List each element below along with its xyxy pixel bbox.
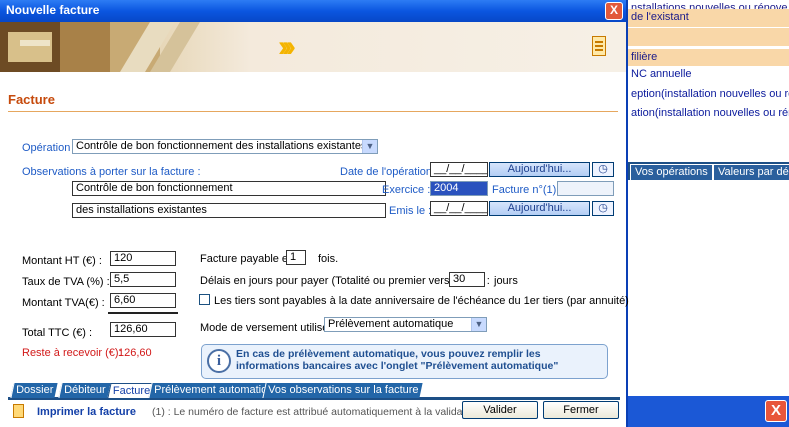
- fois-label: fois.: [318, 253, 339, 265]
- jours-label: jours: [494, 275, 518, 287]
- date-operation-label: Date de l'opération :: [340, 166, 439, 178]
- bg-tab-strip: Vos opérations Valeurs par dé: [628, 162, 789, 180]
- total-ttc-input[interactable]: 126,60: [110, 322, 176, 337]
- footer-divider: [8, 398, 620, 400]
- section-divider: [8, 111, 618, 112]
- bg-list-item[interactable]: de l'existant: [628, 9, 789, 27]
- tab-dossier[interactable]: Dossier: [10, 383, 58, 398]
- arrows-icon: ›››: [278, 30, 296, 63]
- mode-value: Prélèvement automatique: [328, 318, 454, 330]
- date-operation-input[interactable]: __/__/____: [430, 162, 488, 177]
- reste-value: 126,60: [118, 347, 152, 359]
- montant-ht-input[interactable]: 120: [110, 251, 176, 266]
- window-title: Nouvelle facture: [6, 3, 100, 17]
- mode-label: Mode de versement utilisé :: [200, 322, 335, 334]
- montant-tva-label: Montant TVA(€) :: [22, 297, 105, 309]
- observations-label: Observations à porter sur la facture :: [22, 166, 201, 178]
- clock-icon[interactable]: ◷: [592, 162, 614, 177]
- reste-label: Reste à recevoir (€):: [22, 347, 122, 359]
- delais-input[interactable]: 30: [449, 272, 485, 287]
- facture-no-input[interactable]: [557, 181, 614, 196]
- taux-tva-input[interactable]: 5,5: [110, 272, 176, 287]
- info-box: i En cas de prélèvement automatique, vou…: [201, 344, 608, 379]
- today-button[interactable]: Aujourd'hui...: [489, 162, 590, 177]
- total-separator: [108, 312, 178, 314]
- bg-bottom-bar: X: [628, 396, 789, 427]
- info-icon: i: [207, 349, 231, 373]
- tab-observations[interactable]: Vos observations sur la facture: [262, 383, 424, 398]
- info-text: En cas de prélèvement automatique, vous …: [236, 348, 559, 372]
- facture-no-label: Facture n°(1) :: [492, 184, 563, 196]
- operation-label: Opération :: [22, 142, 77, 154]
- bg-tab-vos-operations[interactable]: Vos opérations: [630, 164, 713, 180]
- close-form-button[interactable]: Fermer: [543, 401, 619, 419]
- close-button[interactable]: X: [605, 2, 623, 20]
- bg-list-item[interactable]: filière: [628, 49, 789, 66]
- mode-select[interactable]: Prélèvement automatique ▼: [324, 317, 487, 332]
- taux-tva-label: Taux de TVA (%) :: [22, 276, 110, 288]
- print-invoice-link[interactable]: Imprimer la facture: [37, 406, 136, 418]
- header-banner: ›››: [0, 22, 626, 72]
- tab-debiteur[interactable]: Débiteur: [58, 383, 111, 398]
- payable-en-label: Facture payable en: [200, 253, 295, 265]
- validate-button[interactable]: Valider: [462, 401, 538, 419]
- clock-icon[interactable]: ◷: [592, 201, 614, 216]
- bg-tab-valeurs[interactable]: Valeurs par dé: [713, 164, 789, 180]
- payable-en-input[interactable]: 1: [286, 250, 306, 265]
- chevron-down-icon[interactable]: ▼: [362, 140, 377, 153]
- total-ttc-label: Total TTC (€) :: [22, 327, 93, 339]
- emis-le-input[interactable]: __/__/____: [430, 201, 488, 216]
- bg-list-item[interactable]: NC annuelle: [628, 66, 789, 83]
- bg-list-item[interactable]: [628, 28, 789, 46]
- tab-strip: Dossier Débiteur Facture Prélèvement aut…: [8, 383, 620, 398]
- print-document-icon[interactable]: [13, 404, 24, 418]
- tiers-checkbox-label: Les tiers sont payables à la date annive…: [214, 295, 629, 307]
- operation-select[interactable]: Contrôle de bon fonctionnement des insta…: [72, 139, 378, 154]
- emis-le-label: Emis le :: [389, 205, 432, 217]
- operation-value: Contrôle de bon fonctionnement des insta…: [76, 140, 367, 152]
- background-window: nstallations nouvelles ou rénove de l'ex…: [628, 0, 789, 427]
- montant-ht-label: Montant HT (€) :: [22, 255, 102, 267]
- tiers-checkbox[interactable]: [199, 294, 210, 305]
- invoice-number-note: (1) : Le numéro de facture est attribué …: [152, 406, 480, 418]
- title-bar[interactable]: Nouvelle facture X: [0, 0, 626, 22]
- bg-list-item[interactable]: ation(installation nouvelles ou rén: [628, 105, 789, 122]
- bg-close-button[interactable]: X: [765, 400, 787, 422]
- chevron-down-icon[interactable]: ▼: [471, 318, 486, 331]
- exercice-input[interactable]: 2004: [430, 181, 488, 196]
- observation-line2-input[interactable]: des installations existantes: [72, 203, 386, 218]
- banner-image: [0, 22, 200, 72]
- delais-label: Délais en jours pour payer (Totalité ou …: [200, 275, 490, 287]
- observation-line1-input[interactable]: Contrôle de bon fonctionnement: [72, 181, 386, 196]
- montant-tva-input[interactable]: 6,60: [110, 293, 176, 308]
- bg-list-item[interactable]: eption(installation nouvelles ou re: [628, 86, 789, 103]
- document-icon: [592, 36, 606, 56]
- today-button-emis[interactable]: Aujourd'hui...: [489, 201, 590, 216]
- nouvelle-facture-dialog: Nouvelle facture X ››› Facture Opération…: [0, 0, 629, 427]
- exercice-label: Exercice :: [382, 184, 431, 196]
- section-title: Facture: [8, 92, 55, 107]
